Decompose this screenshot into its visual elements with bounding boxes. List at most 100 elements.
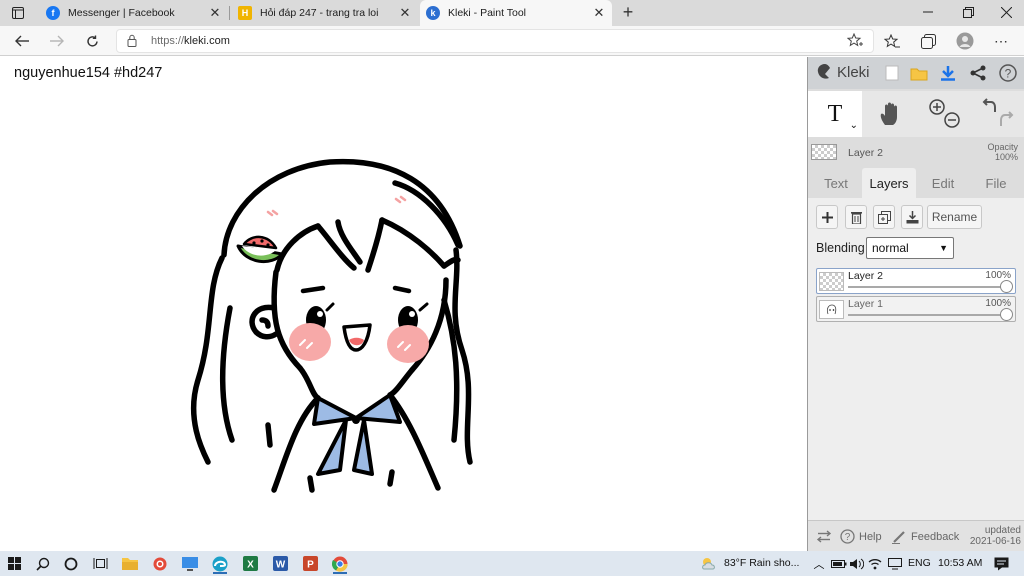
blending-label: Blending: [816, 241, 865, 255]
undo-icon[interactable]: [982, 98, 996, 112]
sidebar-tabs: Text Layers Edit File: [808, 168, 1024, 198]
merge-layer-button[interactable]: [901, 205, 923, 229]
edge-browser-icon[interactable]: [209, 553, 231, 574]
layer-item-2[interactable]: Layer 2 100%: [816, 268, 1016, 294]
tab-file[interactable]: File: [970, 168, 1022, 198]
new-image-icon[interactable]: [882, 63, 902, 83]
clock-time[interactable]: 10:53 AM: [938, 557, 982, 569]
refresh-icon[interactable]: [81, 30, 103, 52]
layer-opacity-track[interactable]: [848, 314, 1006, 316]
duplicate-icon: [877, 210, 891, 224]
drawing-canvas[interactable]: nguyenhue154 #hd247: [0, 57, 807, 551]
sidebar-header: Kleki ?: [808, 57, 1024, 89]
kleki-logo[interactable]: Kleki: [816, 63, 870, 81]
tab-divider: [229, 6, 230, 20]
close-tab-icon[interactable]: ✕: [208, 5, 222, 21]
weather-icon[interactable]: [698, 553, 720, 574]
powerpoint-icon[interactable]: P: [299, 553, 321, 574]
sidebar-footer: ? Help Feedback updated 2021-06-16: [808, 520, 1024, 551]
rename-layer-button[interactable]: Rename: [927, 205, 982, 229]
restore-button[interactable]: [950, 0, 986, 24]
tab-messenger[interactable]: f Messenger | Facebook ✕: [40, 0, 228, 26]
svg-text:P: P: [307, 560, 314, 571]
weather-text[interactable]: 83°F Rain sho...: [724, 557, 799, 569]
tab-kleki[interactable]: k Kleki - Paint Tool ✕: [420, 0, 612, 26]
layer-preview-name: Layer 2: [848, 147, 884, 159]
add-favorite-icon[interactable]: [846, 32, 863, 54]
task-view-icon[interactable]: [89, 553, 111, 574]
zoom-buttons: [920, 91, 970, 137]
text-tool-button[interactable]: T ⌄: [808, 91, 862, 137]
hand-icon: [880, 102, 897, 125]
desktop-app-icon[interactable]: [179, 553, 201, 574]
file-explorer-icon[interactable]: [119, 553, 141, 574]
add-layer-button[interactable]: [816, 205, 838, 229]
layer-preview-thumbnail[interactable]: [811, 144, 837, 160]
close-window-button[interactable]: [988, 0, 1024, 24]
close-tab-icon[interactable]: ✕: [398, 5, 412, 21]
layer-opacity-slider-handle[interactable]: [1000, 308, 1013, 321]
layer-opacity-slider-handle[interactable]: [1000, 280, 1013, 293]
favorites-icon[interactable]: [882, 31, 902, 51]
trash-icon: [850, 211, 862, 224]
close-tab-icon[interactable]: ✕: [592, 5, 606, 21]
minimize-button[interactable]: [910, 0, 946, 24]
hand-tool-button[interactable]: [864, 91, 918, 137]
redo-icon[interactable]: [1000, 111, 1014, 126]
forward-arrow-icon[interactable]: [46, 30, 68, 52]
layer-preview-opacity: Opacity 100%: [987, 142, 1018, 162]
delete-layer-button[interactable]: [845, 205, 867, 229]
chevron-up-icon[interactable]: ︿: [808, 553, 830, 574]
zoom-out-icon[interactable]: [944, 112, 960, 128]
duplicate-layer-button[interactable]: [873, 205, 895, 229]
blending-select[interactable]: normal ▼: [866, 237, 954, 259]
windows-start-icon[interactable]: [3, 553, 25, 574]
more-menu-icon[interactable]: ⋯: [991, 31, 1011, 51]
browser-toolbar: https://kleki.com ⋯: [0, 26, 1024, 56]
tab-hoidap[interactable]: H Hỏi đáp 247 - trang tra loi ✕: [232, 0, 418, 26]
display-icon[interactable]: [884, 553, 906, 574]
tab-actions-icon[interactable]: [6, 4, 30, 22]
windows-taskbar: X W P 83°F Rain sho... ︿ ENG 10:53 AM: [0, 551, 1024, 576]
svg-text:W: W: [275, 560, 285, 571]
back-arrow-icon[interactable]: [11, 30, 33, 52]
notifications-icon[interactable]: [990, 553, 1012, 574]
language-indicator[interactable]: ENG: [908, 557, 931, 569]
download-icon[interactable]: [938, 63, 958, 83]
zoom-in-icon[interactable]: [929, 99, 945, 115]
share-icon[interactable]: [968, 63, 988, 83]
layer-name: Layer 1: [848, 298, 884, 310]
help-button[interactable]: ? Help: [840, 521, 882, 552]
help-circle-icon[interactable]: ?: [998, 63, 1018, 83]
profile-avatar-icon[interactable]: [955, 31, 975, 51]
media-app-icon[interactable]: [149, 553, 171, 574]
layer-opacity-track[interactable]: [848, 286, 1006, 288]
chrome-icon[interactable]: [329, 553, 351, 574]
chevron-down-icon[interactable]: ⌄: [850, 120, 858, 131]
svg-text:X: X: [247, 560, 254, 571]
tab-edit[interactable]: Edit: [918, 168, 968, 198]
new-tab-button[interactable]: +: [618, 2, 638, 24]
word-icon[interactable]: W: [269, 553, 291, 574]
collections-icon[interactable]: [918, 31, 938, 51]
layer-item-1[interactable]: Layer 1 100%: [816, 296, 1016, 322]
layer-name: Layer 2: [848, 270, 884, 282]
cortana-icon[interactable]: [60, 553, 82, 574]
wifi-icon[interactable]: [864, 553, 886, 574]
tab-text[interactable]: Text: [812, 168, 860, 198]
layers-panel: Rename Blending normal ▼ Layer 2 100% La…: [808, 198, 1024, 520]
updated-date: updated 2021-06-16: [969, 525, 1021, 547]
girl-drawing: [190, 158, 473, 493]
excel-icon[interactable]: X: [239, 553, 261, 574]
lock-icon[interactable]: [127, 34, 137, 52]
swap-sides-icon[interactable]: [816, 521, 832, 552]
address-bar[interactable]: https://kleki.com: [116, 29, 874, 53]
open-folder-icon[interactable]: [909, 63, 929, 83]
tab-title: Hỏi đáp 247 - trang tra loi: [260, 7, 379, 19]
kleki-logo-icon: [817, 64, 830, 79]
svg-text:?: ?: [1005, 67, 1012, 81]
search-icon[interactable]: [32, 553, 54, 574]
tab-layers[interactable]: Layers: [862, 168, 916, 198]
facebook-icon: f: [46, 6, 60, 20]
feedback-button[interactable]: Feedback: [892, 521, 959, 552]
